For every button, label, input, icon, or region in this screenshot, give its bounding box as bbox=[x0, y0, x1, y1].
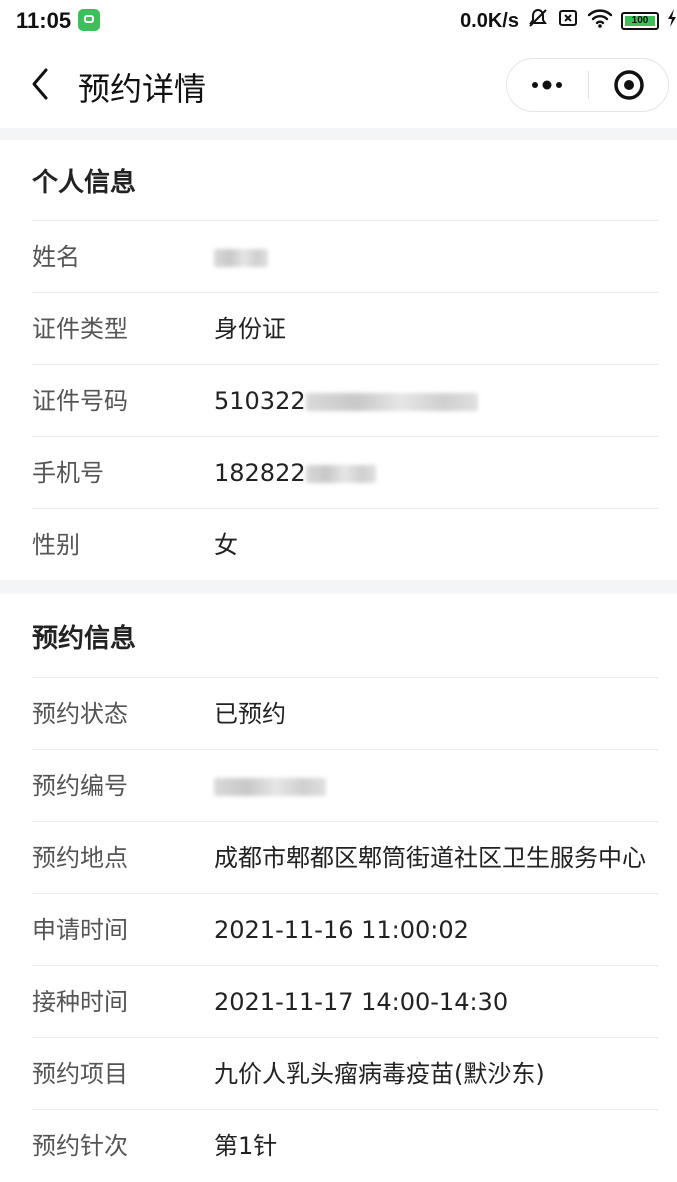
personal-info-section: 个人信息 姓名 证件类型 身份证 证件号码 510322 手机号 182822 … bbox=[0, 140, 677, 580]
app-notification-icon bbox=[78, 9, 100, 31]
row-label: 预约项目 bbox=[32, 1060, 128, 1088]
row-value: 第1针 bbox=[214, 1132, 278, 1160]
section-title: 个人信息 bbox=[32, 168, 137, 198]
nav-bar: 预约详情 bbox=[0, 42, 677, 128]
status-time: 11:05 bbox=[16, 8, 72, 33]
row-value bbox=[214, 221, 268, 293]
row-label: 预约地点 bbox=[32, 844, 128, 872]
row-label: 申请时间 bbox=[32, 916, 128, 944]
row-label: 姓名 bbox=[32, 243, 80, 271]
info-row-vaccine-item: 预约项目 九价人乳头瘤病毒疫苗(默沙东) bbox=[32, 1037, 658, 1109]
status-bar: 11:05 0.0K/s 100 bbox=[0, 0, 677, 42]
redacted-block bbox=[214, 778, 326, 796]
row-label: 证件类型 bbox=[32, 315, 128, 343]
section-title: 预约信息 bbox=[32, 624, 137, 654]
info-row-apply-time: 申请时间 2021-11-16 11:00:02 bbox=[32, 893, 658, 965]
more-dots-icon bbox=[532, 80, 562, 90]
section-separator bbox=[0, 580, 677, 594]
info-row-dose: 预约针次 第1针 bbox=[32, 1109, 658, 1181]
info-row-location: 预约地点 成都市郫都区郫筒街道社区卫生服务中心 bbox=[32, 821, 658, 893]
row-label: 性别 bbox=[32, 531, 80, 559]
row-value: 2021-11-17 14:00-14:30 bbox=[214, 988, 509, 1016]
sim-blocked-icon bbox=[557, 7, 579, 35]
row-value: 已预约 bbox=[214, 700, 286, 728]
battery-icon: 100 bbox=[621, 12, 659, 30]
row-label: 手机号 bbox=[32, 459, 104, 487]
section-separator bbox=[0, 128, 677, 140]
row-value: 身份证 bbox=[214, 315, 286, 343]
target-circle-icon bbox=[614, 70, 644, 100]
battery-level: 100 bbox=[625, 16, 655, 26]
info-row-status: 预约状态 已预约 bbox=[32, 677, 658, 749]
row-label: 预约状态 bbox=[32, 700, 128, 728]
status-right: 0.0K/s 100 bbox=[460, 8, 677, 34]
row-value: 九价人乳头瘤病毒疫苗(默沙东) bbox=[214, 1060, 545, 1088]
row-value bbox=[214, 750, 326, 822]
more-button[interactable] bbox=[507, 59, 588, 111]
info-row-id-type: 证件类型 身份证 bbox=[32, 292, 658, 364]
info-row-appointment-number: 预约编号 bbox=[32, 749, 658, 821]
info-row-gender: 性别 女 bbox=[32, 508, 658, 580]
info-row-id-number: 证件号码 510322 bbox=[32, 364, 658, 436]
row-label: 预约针次 bbox=[32, 1132, 128, 1160]
row-label: 证件号码 bbox=[32, 387, 128, 415]
redacted-block bbox=[305, 465, 376, 483]
row-value: 2021-11-16 11:00:02 bbox=[214, 916, 469, 944]
wifi-icon bbox=[587, 7, 613, 35]
info-row-name: 姓名 bbox=[32, 220, 658, 292]
back-button[interactable] bbox=[26, 64, 56, 104]
charging-icon bbox=[667, 7, 677, 35]
mute-bell-icon bbox=[527, 7, 549, 35]
row-label: 预约编号 bbox=[32, 772, 128, 800]
appointment-info-section: 预约信息 预约状态 已预约 预约编号 预约地点 成都市郫都区郫筒街道社区卫生服务… bbox=[0, 594, 677, 1175]
row-value: 182822 bbox=[214, 437, 376, 509]
info-row-vaccination-time: 接种时间 2021-11-17 14:00-14:30 bbox=[32, 965, 658, 1037]
back-arrow-icon bbox=[32, 68, 48, 100]
close-mini-program-button[interactable] bbox=[589, 59, 669, 111]
row-value: 女 bbox=[214, 531, 238, 559]
row-label: 接种时间 bbox=[32, 988, 128, 1016]
page-title: 预约详情 bbox=[78, 70, 207, 108]
mini-program-capsule bbox=[506, 58, 669, 112]
row-value: 510322 bbox=[214, 365, 478, 437]
info-row-phone: 手机号 182822 bbox=[32, 436, 658, 508]
row-value: 成都市郫都区郫筒街道社区卫生服务中心 bbox=[214, 844, 646, 872]
redacted-block bbox=[214, 249, 268, 267]
network-speed: 0.0K/s bbox=[460, 9, 519, 32]
redacted-block bbox=[305, 393, 478, 411]
